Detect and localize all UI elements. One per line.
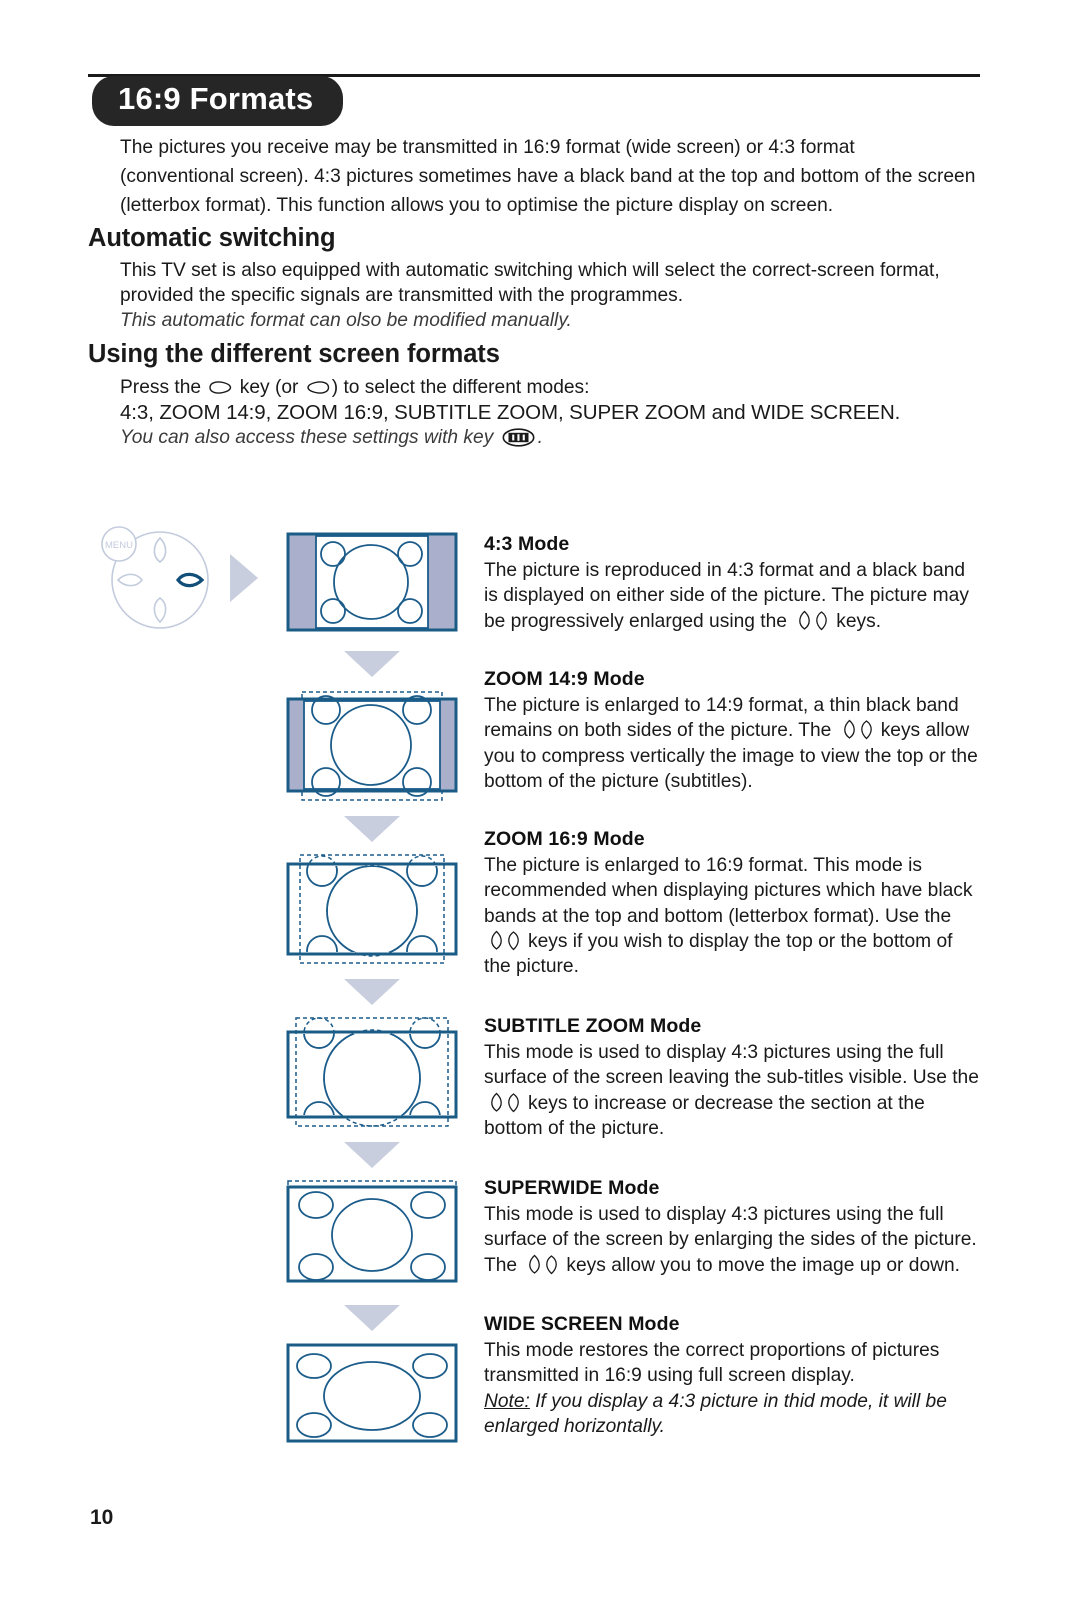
tv-diagram-subtitle-zoom: [286, 1016, 458, 1128]
format-key-icon: [502, 428, 535, 447]
remote-navigation-pad: MENU: [92, 518, 222, 638]
mode-body-post: keys.: [836, 610, 882, 632]
mode-section-4-3: 4:3 Mode The picture is reproduced in 4:…: [484, 533, 984, 634]
document-page: 16:9 Formats The pictures you receive ma…: [0, 0, 1080, 1620]
using-formats-body: Press the key (or ) to select the differ…: [120, 375, 990, 450]
press-key-post: ) to select the different modes:: [331, 377, 590, 398]
page-number: 10: [90, 1506, 114, 1529]
mode-section-superwide: SUPERWIDE Mode This mode is used to disp…: [484, 1177, 984, 1278]
heading-automatic-switching: Automatic switching: [88, 224, 336, 252]
mode-title: 4:3 Mode: [484, 533, 570, 555]
automatic-switching-text: This TV set is also equipped with automa…: [120, 260, 940, 306]
automatic-switching-italic: This automatic format can olso be modifi…: [120, 310, 572, 331]
mode-body: The picture is reproduced in 4:3 format …: [484, 558, 984, 634]
format-key-line: You can also access these settings with …: [120, 425, 990, 450]
press-key-line: Press the key (or ) to select the differ…: [120, 375, 990, 400]
right-arrow-key-icon: [208, 377, 232, 394]
intro-line-2: (conventional screen). 4:3 pictures some…: [120, 165, 976, 187]
mode-title: SUBTITLE ZOOM Mode: [484, 1015, 702, 1037]
step-arrow-icon-5: [340, 1302, 404, 1334]
pointer-arrow-icon: [228, 552, 260, 604]
intro-line-3: (letterbox format). This function allows…: [120, 194, 834, 216]
automatic-switching-body: This TV set is also equipped with automa…: [120, 258, 990, 333]
press-key-pre: Press the: [120, 377, 202, 398]
mode-body-pre: The picture is reproduced in 4:3 format …: [484, 560, 969, 632]
format-key-pre: You can also access these settings with …: [120, 427, 494, 448]
step-arrow-icon-2: [340, 813, 404, 845]
mode-body: The picture is enlarged to 14:9 format, …: [484, 693, 984, 794]
up-down-keys-icon: [487, 1092, 525, 1113]
up-down-keys-icon: [525, 1254, 563, 1275]
intro-paragraph: The pictures you receive may be transmit…: [120, 134, 990, 220]
mode-title: SUPERWIDE Mode: [484, 1177, 660, 1199]
mode-section-zoom-14-9: ZOOM 14:9 Mode The picture is enlarged t…: [484, 668, 984, 794]
mode-body-post: keys allow you to move the image up or d…: [566, 1254, 960, 1276]
modes-list-line: 4:3, ZOOM 14:9, ZOOM 16:9, SUBTITLE ZOOM…: [120, 401, 901, 424]
step-arrow-icon-1: [340, 648, 404, 680]
press-key-mid: key (or: [239, 377, 299, 398]
mode-title: WIDE SCREEN Mode: [484, 1313, 680, 1335]
mode-body-pre: This mode restores the correct proportio…: [484, 1340, 940, 1387]
mode-body-pre: This mode is used to display 4:3 picture…: [484, 1042, 979, 1089]
step-arrow-icon-3: [340, 976, 404, 1008]
mode-title: ZOOM 16:9 Mode: [484, 828, 645, 850]
mode-body: The picture is enlarged to 16:9 format. …: [484, 853, 984, 979]
intro-line-1: The pictures you receive may be transmit…: [120, 137, 855, 158]
step-arrow-icon-4: [340, 1139, 404, 1171]
note-label: Note:: [484, 1390, 530, 1412]
tv-diagram-4-3: [286, 529, 458, 641]
tv-diagram-zoom-14-9: [286, 690, 458, 802]
mode-body: This mode is used to display 4:3 picture…: [484, 1040, 984, 1141]
mode-body: This mode is used to display 4:3 picture…: [484, 1202, 984, 1278]
heading-using-formats: Using the different screen formats: [88, 340, 500, 368]
mode-section-subtitle-zoom: SUBTITLE ZOOM Mode This mode is used to …: [484, 1015, 984, 1141]
tv-diagram-wide-screen: [286, 1341, 458, 1453]
mode-body-pre: The picture is enlarged to 16:9 format. …: [484, 855, 973, 927]
up-down-keys-icon: [487, 930, 525, 951]
mode-body: This mode restores the correct proportio…: [484, 1338, 984, 1389]
up-down-keys-icon: [795, 610, 833, 631]
mode-body-post: keys to increase or decrease the section…: [484, 1092, 925, 1139]
mode-section-wide-screen: WIDE SCREEN Mode This mode restores the …: [484, 1313, 984, 1439]
page-title: 16:9 Formats: [92, 76, 344, 126]
mode-body-post: keys if you wish to display the top or t…: [484, 930, 953, 978]
up-down-keys-icon: [840, 719, 878, 740]
mode-section-zoom-16-9: ZOOM 16:9 Mode The picture is enlarged t…: [484, 828, 984, 979]
note-text: If you display a 4:3 picture in thid mod…: [484, 1390, 947, 1437]
format-key-post: .: [537, 427, 543, 448]
tv-diagram-superwide: [286, 1179, 458, 1291]
tv-diagram-zoom-16-9: [286, 853, 458, 965]
mode-title: ZOOM 14:9 Mode: [484, 668, 645, 690]
menu-button-label: MENU: [105, 540, 133, 551]
left-arrow-key-icon: [306, 377, 330, 394]
wide-screen-note: Note: If you display a 4:3 picture in th…: [484, 1389, 984, 1440]
